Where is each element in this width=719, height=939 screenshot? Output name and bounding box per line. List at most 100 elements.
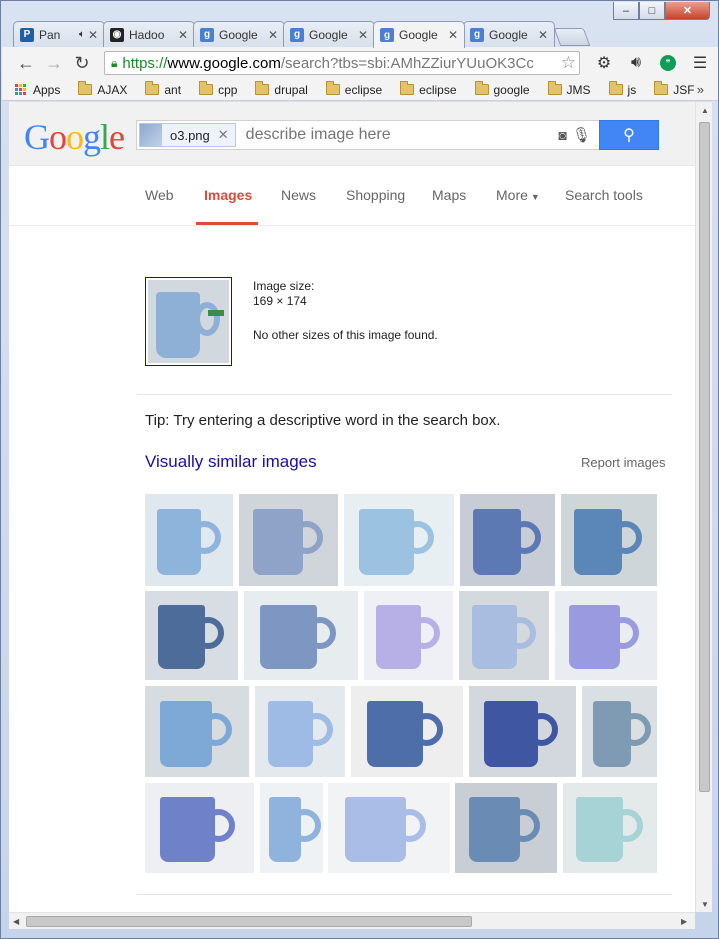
close-tab-icon[interactable]: ✕ <box>178 28 188 42</box>
similar-image[interactable] <box>563 783 657 873</box>
camera-icon[interactable]: ◙ <box>559 127 567 143</box>
report-images-link[interactable]: Report images <box>581 455 666 470</box>
mug-handle <box>199 713 232 746</box>
folder-icon <box>474 81 489 95</box>
similar-image[interactable] <box>255 686 345 777</box>
tab-news[interactable]: News <box>281 187 316 203</box>
bookmark-folder[interactable]: JMS <box>547 81 591 97</box>
scroll-up-arrow-icon[interactable]: ▲ <box>701 106 709 115</box>
close-tab-icon[interactable]: ✕ <box>448 28 458 42</box>
query-image-thumbnail[interactable] <box>145 277 232 366</box>
search-button[interactable]: ⚲ <box>599 120 659 150</box>
tab-web[interactable]: Web <box>145 187 174 203</box>
similar-image[interactable] <box>145 591 238 680</box>
similar-image[interactable] <box>351 686 463 777</box>
bookmark-star-icon[interactable]: ☆ <box>560 53 576 73</box>
window-controls: ‒ □ ✕ <box>613 2 710 20</box>
scroll-right-arrow-icon[interactable]: ▶ <box>681 917 687 926</box>
bookmark-folder[interactable]: js <box>608 81 636 97</box>
tab-title: Hadoo <box>129 27 165 42</box>
similar-image[interactable] <box>469 686 576 777</box>
bookmark-folder[interactable]: AJAX <box>78 81 127 97</box>
minimize-button[interactable]: ‒ <box>613 2 639 20</box>
vertical-scrollbar[interactable]: ▲ ▼ <box>695 102 712 912</box>
microphone-icon[interactable]: 🎙︎ <box>572 126 591 144</box>
browser-tab[interactable]: g Google ✕ <box>373 21 465 48</box>
similar-image[interactable] <box>459 591 549 680</box>
no-other-sizes-text: No other sizes of this image found. <box>253 328 438 342</box>
bookmark-apps[interactable]: Apps <box>15 83 60 97</box>
url-scheme: https:// <box>122 54 168 72</box>
hangouts-icon[interactable]: ❞ <box>652 50 684 76</box>
bookmark-folder[interactable]: ant <box>145 81 181 97</box>
close-tab-icon[interactable]: ✕ <box>268 28 278 42</box>
similar-image[interactable] <box>145 494 233 586</box>
similar-image[interactable] <box>455 783 557 873</box>
bookmark-folder[interactable]: drupal <box>255 81 308 97</box>
mug-handle <box>504 617 536 649</box>
vertical-scroll-thumb[interactable] <box>699 122 710 792</box>
browser-tab[interactable]: P Pan 🔈︎ ✕ <box>13 21 105 47</box>
chip-close-icon[interactable]: ✕ <box>218 127 229 143</box>
tab-strip: P Pan 🔈︎ ✕ ◉ Hadoo ✕ g Google ✕ g Google ✕ g Google ✕ g G… <box>13 21 591 48</box>
visually-similar-link[interactable]: Visually similar images <box>145 452 317 472</box>
speaker-icon[interactable]: 🔊︎ <box>620 50 652 76</box>
bookmarks-bar: Apps AJAX ant cpp drupal eclipse eclipse googl… <box>2 79 718 101</box>
forward-button[interactable]: → <box>40 49 68 77</box>
close-tab-icon[interactable]: ✕ <box>538 28 548 42</box>
similar-image[interactable] <box>239 494 338 586</box>
close-tab-icon[interactable]: ✕ <box>88 28 98 42</box>
google-logo[interactable]: Google <box>24 117 125 157</box>
scroll-left-arrow-icon[interactable]: ◀ <box>13 917 19 926</box>
similar-image[interactable] <box>328 783 450 873</box>
similar-image[interactable] <box>244 591 358 680</box>
close-window-button[interactable]: ✕ <box>665 2 710 20</box>
search-image-chip[interactable]: o3.png ✕ <box>139 123 236 147</box>
back-button[interactable]: ← <box>12 49 40 77</box>
bookmark-label: cpp <box>218 82 238 97</box>
gear-icon[interactable]: ⚙ <box>588 50 620 76</box>
logo-letter: l <box>100 117 110 157</box>
search-box[interactable]: o3.png ✕ ◙ 🎙︎ <box>136 120 600 150</box>
scroll-down-arrow-icon[interactable]: ▼ <box>701 900 709 909</box>
similar-image[interactable] <box>555 591 657 680</box>
bookmark-folder[interactable]: JSF <box>654 81 695 97</box>
browser-tab[interactable]: g Google ✕ <box>193 21 285 47</box>
similar-image[interactable] <box>561 494 657 586</box>
search-input[interactable] <box>245 126 526 144</box>
close-tab-icon[interactable]: ✕ <box>358 28 368 42</box>
similar-image[interactable] <box>364 591 453 680</box>
similar-image[interactable] <box>260 783 323 873</box>
similar-image[interactable] <box>582 686 657 777</box>
reload-button[interactable]: ↻ <box>68 49 96 77</box>
similar-image[interactable] <box>145 686 249 777</box>
bookmark-folder[interactable]: eclipse <box>400 81 457 97</box>
mug-handle <box>525 713 558 746</box>
tab-shopping[interactable]: Shopping <box>346 187 405 203</box>
bookmarks-overflow-button[interactable]: » <box>697 82 704 97</box>
mug-handle <box>610 809 643 842</box>
horizontal-scroll-thumb[interactable] <box>26 916 472 927</box>
logo-letter: e <box>109 117 125 157</box>
similar-image[interactable] <box>460 494 555 586</box>
address-bar[interactable]: 🔒︎ https:// www.google.com /search?tbs=s… <box>104 51 580 75</box>
browser-tab[interactable]: ◉ Hadoo ✕ <box>103 21 195 47</box>
bookmark-label: JMS <box>566 82 591 97</box>
bookmark-folder[interactable]: cpp <box>199 81 238 97</box>
similar-image[interactable] <box>344 494 454 586</box>
bookmark-folder[interactable]: google <box>474 81 530 97</box>
bookmark-folder[interactable]: eclipse <box>325 81 382 97</box>
tab-images[interactable]: Images <box>204 187 252 203</box>
browser-tab[interactable]: g Google ✕ <box>463 21 555 47</box>
menu-icon[interactable]: ☰ <box>684 50 716 76</box>
maximize-button[interactable]: □ <box>639 2 665 20</box>
horizontal-scrollbar[interactable]: ◀ ▶ <box>9 912 695 929</box>
tab-maps[interactable]: Maps <box>432 187 466 203</box>
tab-more[interactable]: More ▼ <box>496 187 540 203</box>
extension-icons: ⚙ 🔊︎ ❞ ☰ <box>588 50 716 76</box>
similar-image[interactable] <box>145 783 254 873</box>
tab-search-tools[interactable]: Search tools <box>565 187 643 203</box>
new-tab-button[interactable] <box>553 28 591 46</box>
browser-tab[interactable]: g Google ✕ <box>283 21 375 47</box>
audio-playing-icon[interactable]: 🔈︎ <box>79 29 85 40</box>
